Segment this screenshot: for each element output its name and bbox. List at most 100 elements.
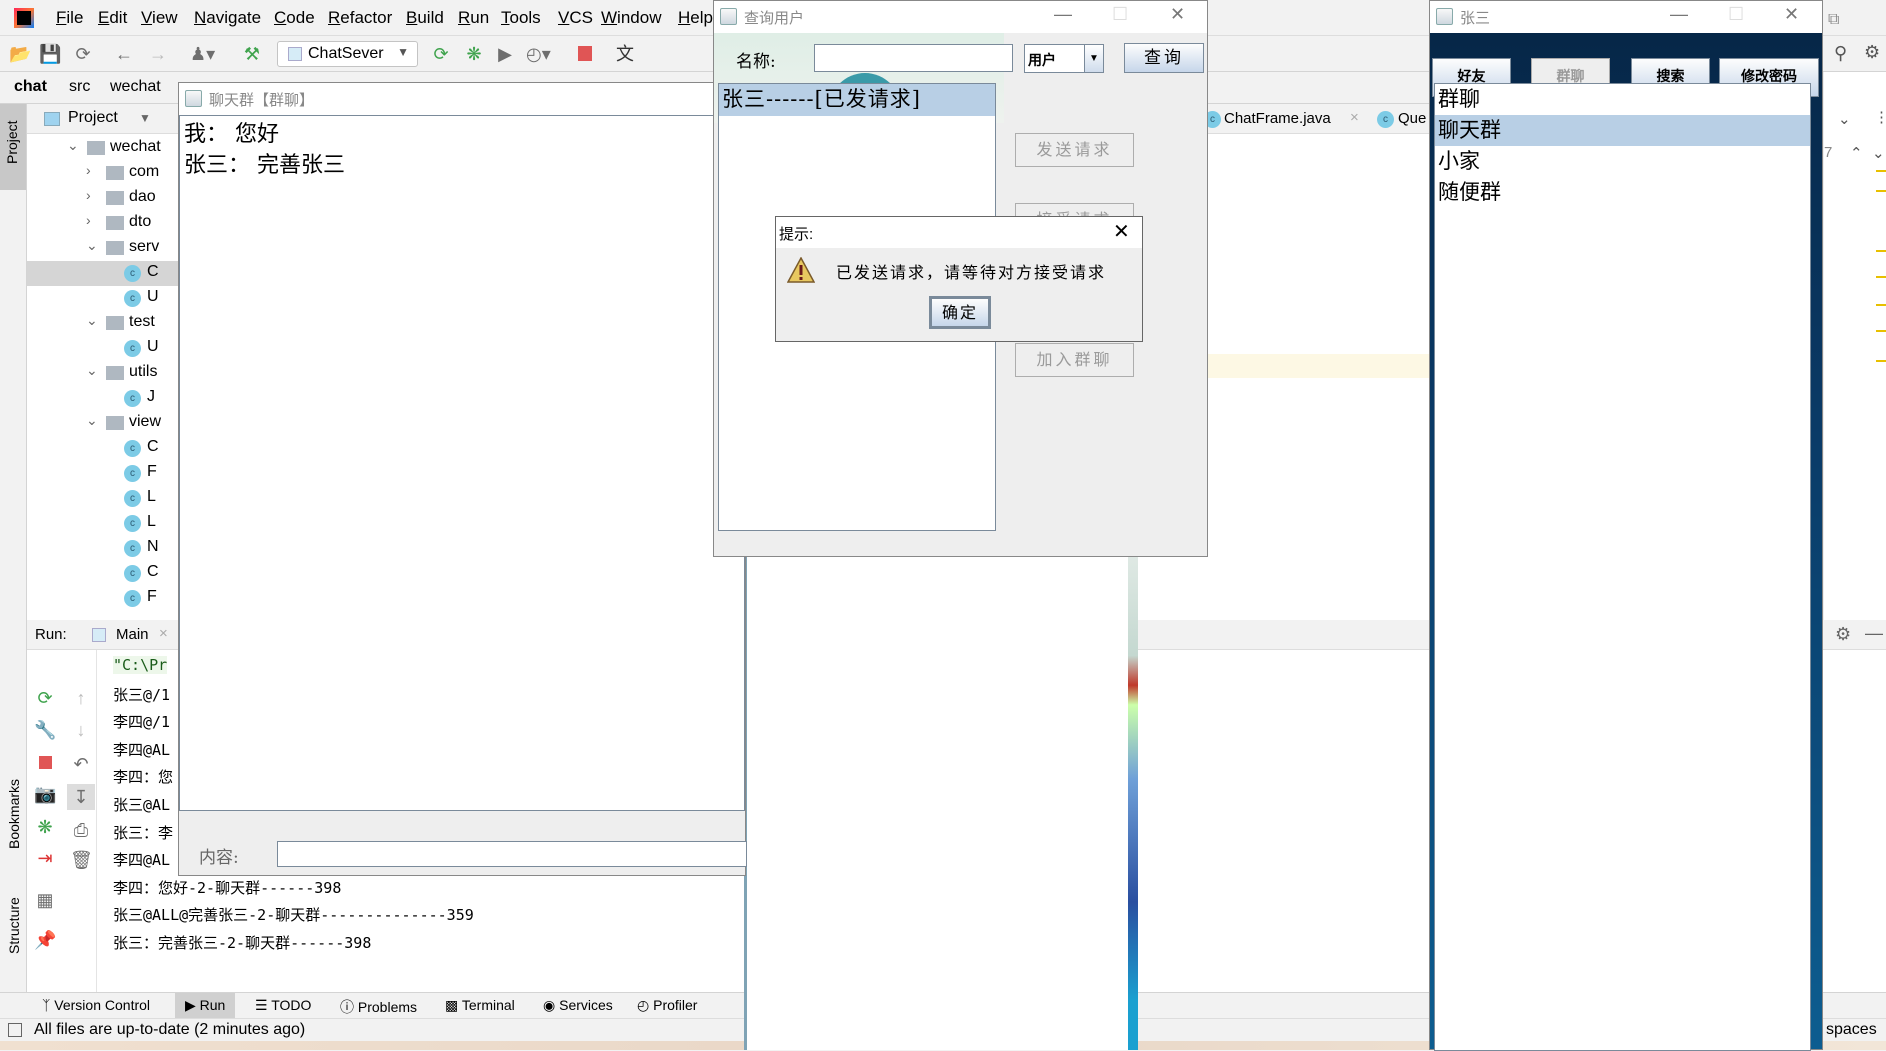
- menu-code[interactable]: Code: [274, 8, 315, 28]
- project-view-select[interactable]: Project: [68, 109, 118, 127]
- chevron-down-icon[interactable]: ⌄: [86, 412, 98, 429]
- project-stripe-button[interactable]: Project: [0, 104, 26, 190]
- minimize-icon[interactable]: —: [1865, 623, 1883, 644]
- stop-icon[interactable]: [578, 46, 592, 61]
- menu-view[interactable]: View: [141, 8, 178, 28]
- close-button[interactable]: ✕: [1784, 4, 1799, 25]
- chevron-right-icon[interactable]: ›: [86, 187, 91, 203]
- structure-stripe-label[interactable]: Structure: [6, 897, 22, 954]
- warning-marker[interactable]: [1876, 330, 1886, 332]
- chevron-down-icon[interactable]: ⌄: [86, 237, 98, 254]
- up-arrow-icon[interactable]: ↑: [70, 688, 92, 708]
- tool-problems[interactable]: ⓘ Problems: [340, 997, 417, 1017]
- back-icon[interactable]: ←: [113, 44, 135, 64]
- chevron-down-icon[interactable]: ⌄: [1838, 110, 1851, 128]
- name-input[interactable]: [814, 44, 1013, 72]
- list-item[interactable]: 随便群: [1435, 177, 1810, 208]
- tab-chatframe[interactable]: ChatFrame.java: [1224, 110, 1331, 127]
- translate-icon[interactable]: 文: [614, 44, 636, 64]
- menu-vcs[interactable]: VCS: [558, 8, 593, 28]
- warning-marker[interactable]: [1876, 304, 1886, 306]
- query-button[interactable]: 查询: [1124, 43, 1204, 73]
- chevron-right-icon[interactable]: ›: [86, 212, 91, 228]
- chevron-right-icon[interactable]: ›: [86, 162, 91, 178]
- warning-marker[interactable]: [1876, 360, 1886, 362]
- menu-tools[interactable]: Tools: [501, 8, 541, 28]
- send-request-button[interactable]: 发送请求: [1015, 133, 1134, 167]
- menu-help[interactable]: Help: [678, 8, 713, 28]
- join-group-button[interactable]: 加入群聊: [1015, 343, 1134, 377]
- warning-marker[interactable]: [1876, 250, 1886, 252]
- type-select[interactable]: 用户 ▼: [1024, 44, 1104, 73]
- menu-edit[interactable]: Edit: [98, 8, 127, 28]
- more-icon[interactable]: ⋮: [1874, 108, 1886, 126]
- tool-profiler[interactable]: ◴ Profiler: [637, 997, 697, 1014]
- minimize-button[interactable]: —: [1054, 4, 1072, 25]
- indent-setting[interactable]: spaces: [1826, 1021, 1877, 1039]
- debug-bug-icon[interactable]: ❋: [463, 44, 485, 64]
- maximize-button[interactable]: ☐: [1728, 4, 1744, 25]
- open-folder-icon[interactable]: 📂: [9, 44, 31, 64]
- build-hammer-icon[interactable]: ⚒: [241, 44, 263, 64]
- menu-refactor[interactable]: Refactor: [328, 8, 392, 28]
- previous-match-icon[interactable]: ⌃: [1850, 144, 1863, 162]
- group-list[interactable]: 群聊 聊天群 小家 随便群: [1434, 83, 1811, 1051]
- list-item[interactable]: 小家: [1435, 146, 1810, 177]
- run-tab-main[interactable]: Main: [116, 626, 149, 643]
- next-match-icon[interactable]: ⌄: [1872, 144, 1885, 162]
- menu-navigate[interactable]: Navigate: [194, 8, 261, 28]
- restore-window-icon[interactable]: ⧉: [1828, 11, 1839, 29]
- sync-icon[interactable]: ⟳: [72, 44, 94, 64]
- maximize-button[interactable]: ☐: [1112, 4, 1128, 25]
- tool-run[interactable]: ▶ Run: [175, 993, 236, 1019]
- close-tab-icon[interactable]: ×: [1350, 109, 1359, 126]
- chevron-down-icon[interactable]: ⌄: [86, 312, 98, 329]
- forward-icon[interactable]: →: [147, 44, 169, 64]
- chat-messages[interactable]: 我： 您好 张三： 完善张三: [179, 115, 745, 811]
- profile-icon[interactable]: ◴▾: [526, 44, 551, 64]
- chevron-down-icon[interactable]: ▼: [139, 111, 151, 125]
- breadcrumb-chat[interactable]: chat: [14, 78, 47, 96]
- coverage-icon[interactable]: ▶: [494, 44, 516, 64]
- warning-marker[interactable]: [1876, 170, 1886, 172]
- menu-build[interactable]: Build: [406, 8, 444, 28]
- menu-file[interactable]: File: [56, 8, 83, 28]
- dialog-titlebar[interactable]: 提示: ✕: [776, 217, 1142, 248]
- close-icon[interactable]: ✕: [1113, 219, 1130, 244]
- wrench-icon[interactable]: 🔧: [34, 720, 56, 740]
- close-tab-icon[interactable]: ×: [159, 625, 168, 642]
- scroll-to-end-icon[interactable]: ↧: [67, 784, 95, 810]
- exit-icon[interactable]: ⇥: [34, 848, 56, 868]
- pin-icon[interactable]: 📌: [34, 930, 56, 950]
- save-icon[interactable]: 💾: [39, 44, 61, 64]
- search-icon[interactable]: ⚲: [1834, 43, 1847, 64]
- tool-terminal[interactable]: ▩ Terminal: [445, 997, 515, 1014]
- tool-version-control[interactable]: ᛉ Version Control: [42, 997, 150, 1013]
- camera-icon[interactable]: 📷: [34, 784, 56, 804]
- rerun-icon[interactable]: ⟳: [430, 44, 452, 64]
- warning-marker[interactable]: [1876, 276, 1886, 278]
- soft-wrap-icon[interactable]: ↶: [70, 754, 92, 774]
- query-window-titlebar[interactable]: 查询用户 — ☐ ✕: [714, 1, 1207, 33]
- print-icon[interactable]: ⎙: [70, 820, 92, 840]
- warning-marker[interactable]: [1876, 190, 1886, 192]
- content-input[interactable]: [277, 841, 747, 867]
- user-icon[interactable]: ♟▾: [190, 44, 215, 64]
- tool-todo[interactable]: ☰ TODO: [255, 997, 311, 1014]
- trash-icon[interactable]: 🗑: [70, 850, 93, 870]
- list-item[interactable]: 张三------[已发请求]: [719, 84, 995, 116]
- chevron-down-icon[interactable]: ⌄: [67, 137, 79, 154]
- breadcrumb-wechat[interactable]: wechat: [110, 78, 161, 96]
- gear-icon[interactable]: ⚙: [1835, 624, 1851, 645]
- list-item-selected[interactable]: 聊天群: [1435, 115, 1810, 146]
- gear-icon[interactable]: ⚙: [1864, 42, 1880, 63]
- minimize-button[interactable]: —: [1670, 4, 1688, 25]
- bookmarks-stripe-label[interactable]: Bookmarks: [6, 779, 22, 849]
- ok-button[interactable]: 确定: [929, 296, 991, 329]
- chevron-down-icon[interactable]: ⌄: [86, 362, 98, 379]
- chat-window-titlebar[interactable]: 聊天群【群聊】: [179, 83, 745, 115]
- down-arrow-icon[interactable]: ↓: [70, 720, 92, 740]
- menu-run[interactable]: Run: [458, 8, 489, 28]
- close-button[interactable]: ✕: [1170, 4, 1185, 25]
- debug-restart-icon[interactable]: ❋: [34, 817, 56, 837]
